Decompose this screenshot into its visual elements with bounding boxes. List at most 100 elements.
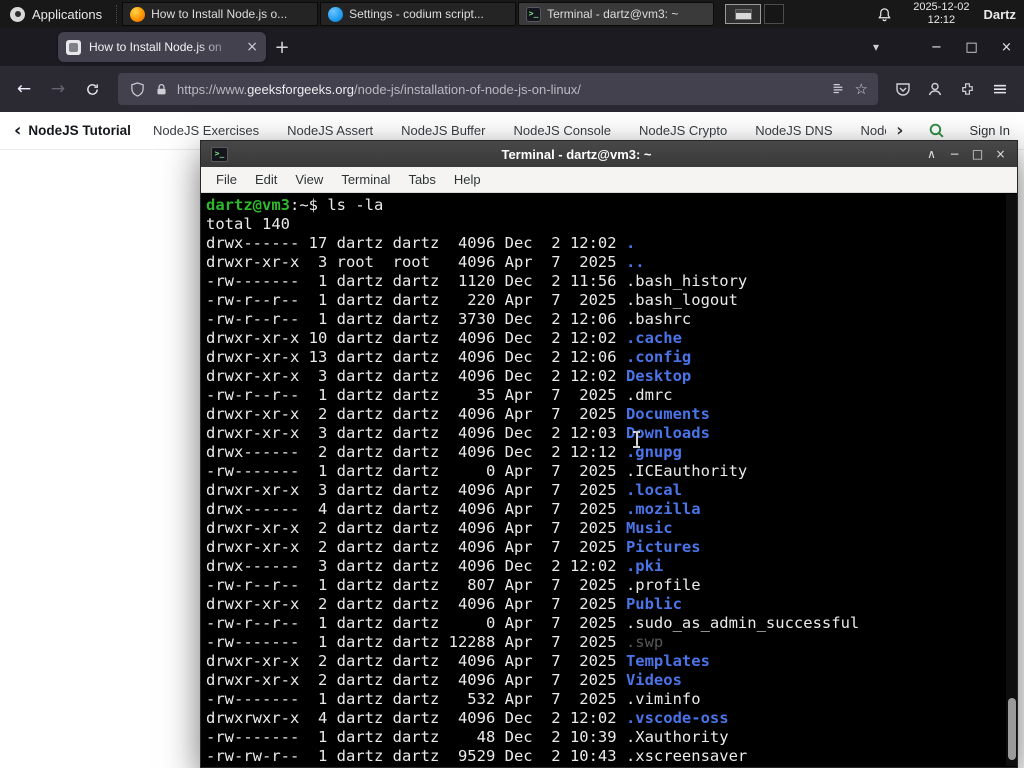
chevron-right-icon[interactable]: › bbox=[896, 121, 903, 140]
url-text[interactable]: https://www.geeksforgeeks.org/node-js/in… bbox=[177, 82, 821, 97]
file-name: .dmrc bbox=[625, 386, 673, 404]
chevron-left-icon: ‹ bbox=[14, 119, 22, 141]
nav-item-exercises[interactable]: NodeJS Exercises bbox=[153, 123, 259, 138]
workspace-window-thumbnail bbox=[735, 9, 753, 20]
notification-bell-icon[interactable] bbox=[869, 0, 899, 29]
nav-item-dns[interactable]: NodeJS DNS bbox=[755, 123, 832, 138]
terminal-scrollbar[interactable] bbox=[1006, 194, 1017, 766]
terminal-window: >_ Terminal - dartz@vm3: ~ ∧ − □ × File … bbox=[200, 140, 1018, 768]
taskbar-item-title: Settings - codium script... bbox=[349, 7, 484, 21]
desktop-panel: Applications How to Install Node.js o...… bbox=[0, 0, 1024, 28]
terminal-screen[interactable]: dartz@vm3:~$ ls -la total 140 drwx------… bbox=[201, 193, 1017, 767]
file-name: .bashrc bbox=[625, 310, 692, 328]
terminal-window-title: Terminal - dartz@vm3: ~ bbox=[501, 146, 652, 162]
file-name: .bash_history bbox=[625, 272, 748, 290]
file-name: .vscode-oss bbox=[625, 709, 729, 727]
file-name: .bash_logout bbox=[625, 291, 738, 309]
browser-maximize-button[interactable]: □ bbox=[954, 28, 989, 66]
back-button[interactable]: ← bbox=[8, 73, 40, 105]
applications-icon bbox=[10, 6, 25, 22]
pocket-icon[interactable] bbox=[888, 74, 918, 104]
terminal-titlebar[interactable]: >_ Terminal - dartz@vm3: ~ ∧ − □ × bbox=[201, 141, 1017, 167]
file-name: .swp bbox=[625, 633, 664, 651]
bookmark-star-icon[interactable]: ☆ bbox=[855, 80, 868, 98]
workspace-2[interactable] bbox=[764, 4, 785, 24]
file-name: .config bbox=[625, 348, 692, 366]
taskbar-item-browser[interactable]: How to Install Node.js o... bbox=[122, 2, 319, 26]
tab-nodejs-install[interactable]: How to Install Node.js on × bbox=[58, 32, 266, 62]
list-all-tabs-icon[interactable]: ▾ bbox=[859, 40, 893, 54]
terminal-menubar: File Edit View Terminal Tabs Help bbox=[201, 167, 1017, 193]
url-bar[interactable]: https://www.geeksforgeeks.org/node-js/in… bbox=[118, 73, 878, 105]
file-name: Desktop bbox=[625, 367, 692, 385]
tab-bar: How to Install Node.js on × + ▾ − □ × bbox=[0, 28, 1024, 66]
terminal-scrollbar-thumb[interactable] bbox=[1007, 698, 1016, 760]
nav-back-tutorial[interactable]: ‹ NodeJS Tutorial bbox=[14, 119, 131, 141]
nav-item-next[interactable]: Node bbox=[861, 123, 887, 138]
terminal-shade-button[interactable]: ∧ bbox=[920, 142, 943, 166]
taskbar-item-title: How to Install Node.js o... bbox=[151, 7, 288, 21]
menu-file[interactable]: File bbox=[207, 172, 246, 187]
nav-item-buffer[interactable]: NodeJS Buffer bbox=[401, 123, 485, 138]
prompt-user: dartz@vm3 bbox=[206, 196, 290, 214]
file-name: .sudo_as_admin_successful bbox=[625, 614, 860, 632]
panel-clock[interactable]: 2025-12-02 12:12 bbox=[913, 1, 969, 27]
tracking-protection-shield-icon[interactable] bbox=[128, 74, 146, 104]
taskbar-item-codium[interactable]: Settings - codium script... bbox=[320, 2, 517, 26]
menu-edit[interactable]: Edit bbox=[246, 172, 286, 187]
terminal-maximize-button[interactable]: □ bbox=[966, 142, 989, 166]
extensions-puzzle-icon[interactable] bbox=[952, 74, 982, 104]
file-name: Downloads bbox=[625, 424, 710, 442]
reader-view-icon[interactable] bbox=[829, 74, 847, 104]
url-domain: geeksforgeeks.org bbox=[247, 81, 355, 97]
file-name: .ICEauthority bbox=[625, 462, 748, 480]
file-name: . bbox=[625, 234, 636, 252]
firefox-icon bbox=[130, 6, 146, 22]
browser-close-button[interactable]: × bbox=[989, 28, 1024, 66]
taskbar-item-terminal[interactable]: >_ Terminal - dartz@vm3: ~ bbox=[518, 2, 715, 26]
tab-close-icon[interactable]: × bbox=[246, 39, 258, 55]
file-name: .profile bbox=[625, 576, 701, 594]
file-name: Public bbox=[625, 595, 682, 613]
file-name: .Xauthority bbox=[625, 728, 729, 746]
file-name: .xscreensaver bbox=[625, 747, 748, 765]
file-name: Documents bbox=[625, 405, 710, 423]
file-name: .mozilla bbox=[625, 500, 701, 518]
navigation-toolbar: ← → https://www.geeksforgeeks.org/node-j… bbox=[0, 66, 1024, 112]
nav-item-assert[interactable]: NodeJS Assert bbox=[287, 123, 373, 138]
nav-item-crypto[interactable]: NodeJS Crypto bbox=[639, 123, 727, 138]
menu-tabs[interactable]: Tabs bbox=[399, 172, 444, 187]
tab-title: How to Install Node.js on bbox=[89, 40, 222, 54]
sign-in-link[interactable]: Sign In bbox=[970, 123, 1010, 138]
forward-button[interactable]: → bbox=[42, 73, 74, 105]
new-tab-button[interactable]: + bbox=[266, 32, 298, 62]
file-name: Videos bbox=[625, 671, 682, 689]
browser-minimize-button[interactable]: − bbox=[919, 28, 954, 66]
terminal-output: dartz@vm3:~$ ls -la total 140 drwx------… bbox=[206, 196, 860, 765]
terminal-window-icon: >_ bbox=[211, 146, 228, 162]
workspace-1[interactable] bbox=[725, 4, 762, 24]
terminal-minimize-button[interactable]: − bbox=[943, 142, 966, 166]
menu-terminal[interactable]: Terminal bbox=[332, 172, 399, 187]
clock-time: 12:12 bbox=[927, 14, 956, 26]
nav-item-console[interactable]: NodeJS Console bbox=[513, 123, 611, 138]
hamburger-menu-icon[interactable]: ≡ bbox=[984, 73, 1016, 105]
menu-view[interactable]: View bbox=[286, 172, 332, 187]
taskbar-item-title: Terminal - dartz@vm3: ~ bbox=[547, 7, 679, 21]
applications-menu-button[interactable]: Applications bbox=[0, 0, 112, 28]
file-name: .. bbox=[625, 253, 645, 271]
file-name: Music bbox=[625, 519, 673, 537]
menu-help[interactable]: Help bbox=[445, 172, 490, 187]
reload-button[interactable] bbox=[76, 73, 108, 105]
terminal-close-button[interactable]: × bbox=[989, 142, 1012, 166]
file-name: .cache bbox=[625, 329, 682, 347]
file-name: .local bbox=[625, 481, 682, 499]
panel-separator bbox=[116, 5, 118, 23]
account-icon[interactable] bbox=[920, 74, 950, 104]
file-name: .gnupg bbox=[625, 443, 682, 461]
panel-username[interactable]: Dartz bbox=[983, 7, 1016, 22]
lock-icon[interactable] bbox=[154, 74, 169, 104]
file-name: Pictures bbox=[625, 538, 701, 556]
tab-favicon bbox=[66, 39, 81, 55]
workspace-switcher[interactable] bbox=[725, 4, 785, 24]
